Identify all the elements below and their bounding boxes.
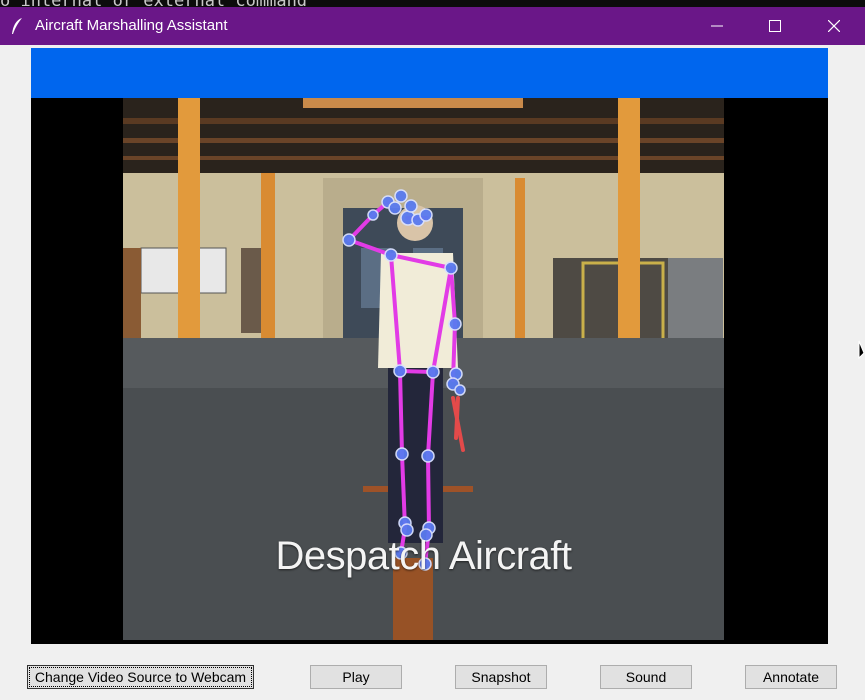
accent-bar (31, 48, 828, 98)
main-content: Despatch Aircraft Change Video Source to… (0, 45, 865, 700)
video-frame: Despatch Aircraft (123, 98, 724, 640)
minimize-icon (711, 25, 723, 27)
sound-button[interactable]: Sound (600, 665, 692, 689)
change-source-button[interactable]: Change Video Source to Webcam (27, 665, 254, 689)
gesture-caption: Despatch Aircraft (275, 534, 572, 578)
play-button[interactable]: Play (310, 665, 402, 689)
minimize-button[interactable] (688, 7, 746, 45)
title-bar[interactable]: Aircraft Marshalling Assistant (0, 7, 865, 45)
video-panel: Despatch Aircraft (31, 98, 828, 644)
mouse-cursor-icon (858, 340, 865, 360)
close-button[interactable] (805, 7, 863, 45)
feather-icon (12, 18, 22, 34)
maximize-button[interactable] (746, 7, 804, 45)
snapshot-button[interactable]: Snapshot (455, 665, 547, 689)
annotate-button[interactable]: Annotate (745, 665, 837, 689)
window-title: Aircraft Marshalling Assistant (35, 17, 228, 34)
close-icon (828, 20, 840, 32)
maximize-icon (769, 20, 781, 32)
app-window: Aircraft Marshalling Assistant Despatch … (0, 7, 865, 700)
